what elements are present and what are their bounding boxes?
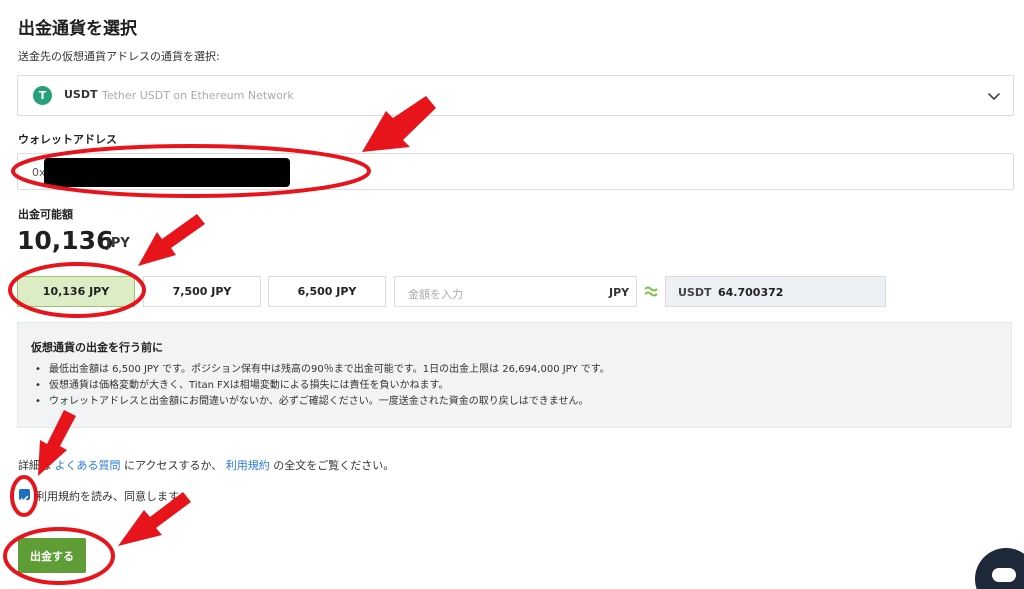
agree-checkbox-label[interactable]: 利用規約を読み、同意します: [36, 488, 179, 504]
terms-prefix: 詳細は: [18, 459, 51, 472]
converted-amount-field: USDT 64.700372: [665, 276, 886, 307]
checkmark-icon: [20, 495, 29, 503]
usdt-logo-icon: T: [33, 86, 52, 105]
wallet-address-label: ウォレットアドレス: [18, 133, 117, 146]
chevron-down-icon[interactable]: [986, 88, 1002, 104]
available-amount-value: 10,136: [17, 226, 114, 255]
wallet-address-input[interactable]: 0x: [17, 153, 1014, 190]
notice-list: 最低出金額は 6,500 JPY です。ポジション保有中は残高の90％まで出金可…: [31, 362, 991, 410]
faq-link[interactable]: よくある質問: [55, 459, 121, 472]
approx-equal-icon: [644, 286, 658, 297]
amount-option-7500[interactable]: 7,500 JPY: [143, 276, 261, 307]
amount-option-6500[interactable]: 6,500 JPY: [268, 276, 386, 307]
notice-item: ウォレットアドレスと出金額にお間違いがないか、必ずご確認ください。一度送金された…: [31, 394, 991, 410]
currency-select[interactable]: T USDT Tether USDT on Ethereum Network: [17, 75, 1014, 116]
amount-input-placeholder: 金額を入力: [408, 288, 463, 301]
terms-link[interactable]: 利用規約: [226, 459, 270, 472]
converted-currency-code: USDT: [678, 286, 712, 299]
notice-item: 仮想通貨は価格変動が大きく、Titan FXは相場変動による損失には責任を負いか…: [31, 378, 991, 394]
withdraw-button[interactable]: 出金する: [18, 538, 86, 573]
page-title: 出金通貨を選択: [18, 19, 137, 39]
converted-amount-value: 64.700372: [718, 286, 784, 299]
terms-text: 詳細は よくある質問 にアクセスするか、 利用規約 の全文をご覧ください。: [18, 457, 394, 473]
chat-widget-button[interactable]: [975, 548, 1024, 589]
annotation-arrow-amount: [138, 214, 205, 266]
currency-code: USDT: [64, 88, 98, 101]
available-amount-currency: JPY: [106, 236, 130, 251]
currency-name: Tether USDT on Ethereum Network: [102, 89, 294, 102]
terms-suffix: の全文をご覧ください。: [273, 459, 395, 472]
terms-middle: にアクセスするか、: [124, 459, 223, 472]
chat-bubble-icon: [992, 568, 1016, 582]
redaction-bar: [44, 158, 290, 187]
available-amount-label: 出金可能額: [18, 208, 73, 221]
notice-box: 仮想通貨の出金を行う前に 最低出金額は 6,500 JPY です。ポジション保有…: [17, 322, 1012, 428]
notice-title: 仮想通貨の出金を行う前に: [31, 341, 163, 354]
agree-checkbox[interactable]: [19, 489, 30, 503]
notice-item: 最低出金額は 6,500 JPY です。ポジション保有中は残高の90％まで出金可…: [31, 362, 991, 378]
amount-input[interactable]: 金額を入力 JPY: [394, 276, 637, 307]
amount-option-max[interactable]: 10,136 JPY: [17, 276, 135, 307]
page-subtitle: 送金先の仮想通貨アドレスの通貨を選択:: [18, 50, 220, 63]
amount-input-unit: JPY: [609, 286, 630, 299]
